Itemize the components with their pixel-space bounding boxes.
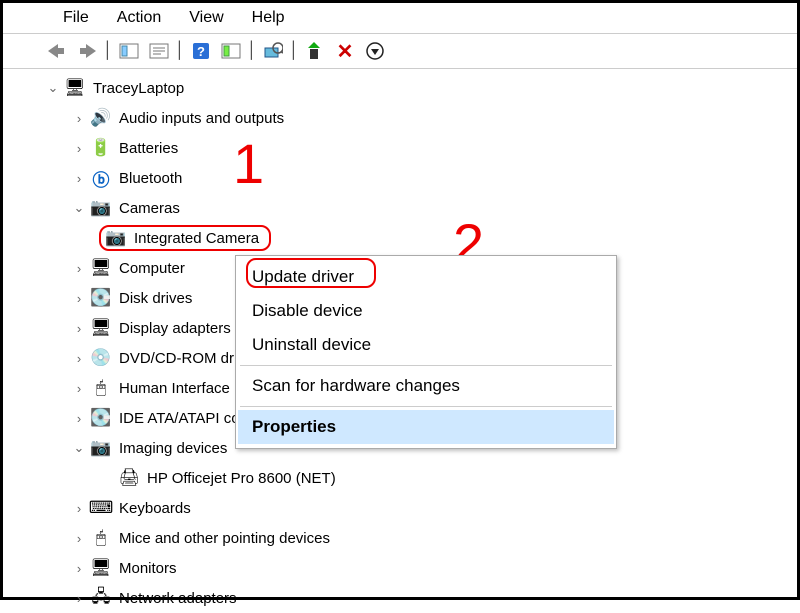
node-label: Imaging devices [117,440,229,457]
toolbar-separator: │ [175,38,185,64]
mouse-icon: 🖱 [89,528,113,548]
twisty-collapsed-icon[interactable]: › [71,110,87,126]
battery-icon: 🔋 [89,138,113,158]
tree-node-batteries[interactable]: › 🔋 Batteries [45,133,789,163]
twisty-collapsed-icon[interactable]: › [71,260,87,276]
root-label: TraceyLaptop [91,80,186,97]
twisty-collapsed-icon[interactable]: › [71,560,87,576]
twisty-collapsed-icon[interactable]: › [71,350,87,366]
tree-node-bluetooth[interactable]: › ⓑ Bluetooth [45,163,789,193]
hid-icon: 🖱 [89,378,113,398]
highlight-outline-1: 📷 Integrated Camera [99,225,271,251]
twisty-collapsed-icon[interactable]: › [71,290,87,306]
twisty-collapsed-icon[interactable]: › [71,500,87,516]
menu-help[interactable]: Help [252,9,285,27]
node-label: Network adapters [117,590,239,607]
computer-icon: 🖥 [89,258,113,278]
twisty-collapsed-icon[interactable]: › [71,170,87,186]
printer-icon: 🖨 [117,468,141,488]
tree-node-cameras[interactable]: ⌄ 📷 Cameras [45,193,789,223]
toolbar-separator: │ [247,38,257,64]
monitor-icon: 🖥 [89,558,113,578]
context-separator [240,406,612,407]
twisty-collapsed-icon[interactable]: › [71,530,87,546]
node-label: Bluetooth [117,170,184,187]
menu-file[interactable]: File [63,9,89,27]
node-label: HP Officejet Pro 8600 (NET) [145,470,338,487]
context-separator [240,365,612,366]
scan-hardware-button[interactable] [259,38,287,64]
tree-node-mice[interactable]: › 🖱 Mice and other pointing devices [45,523,789,553]
computer-icon: 🖥 [63,78,87,98]
forward-button[interactable] [73,38,101,64]
node-label: Batteries [117,140,180,157]
back-button[interactable] [43,38,71,64]
twisty-spacer [99,470,115,486]
twisty-expanded-icon[interactable]: ⌄ [71,440,87,456]
node-label: Mice and other pointing devices [117,530,332,547]
menu-action[interactable]: Action [117,9,161,27]
properties-button[interactable] [145,38,173,64]
uninstall-device-button[interactable]: ✕ [331,38,359,64]
context-uninstall-device[interactable]: Uninstall device [238,328,614,362]
node-label: Audio inputs and outputs [117,110,286,127]
menu-bar: File Action View Help [3,3,797,31]
camera-icon: 📷 [104,228,128,248]
toolbar-separator: │ [103,38,113,64]
network-icon: 🖧 [89,588,113,608]
toolbar-separator: │ [289,38,299,64]
twisty-expanded-icon[interactable]: ⌄ [45,80,61,96]
speaker-icon: 🔊 [89,108,113,128]
tree-node-integrated-camera[interactable]: 📷 Integrated Camera [45,223,789,253]
annotation-1: 1 [233,131,264,196]
tree-node-audio[interactable]: › 🔊 Audio inputs and outputs [45,103,789,133]
ide-icon: 💽 [89,408,113,428]
disk-icon: 💽 [89,288,113,308]
node-label: Keyboards [117,500,193,517]
node-label: Computer [117,260,187,277]
twisty-collapsed-icon[interactable]: › [71,380,87,396]
context-scan-hardware[interactable]: Scan for hardware changes [238,369,614,403]
help-button[interactable]: ? [187,38,215,64]
node-label: Disk drives [117,290,194,307]
tree-node-monitors[interactable]: › 🖥 Monitors [45,553,789,583]
context-update-driver[interactable]: Update driver [238,260,614,294]
tree-node-network[interactable]: › 🖧 Network adapters [45,583,789,613]
node-label: Cameras [117,200,182,217]
toolbar: │ │ ? │ │ ✕ [3,34,797,69]
svg-text:?: ? [197,44,205,59]
tree-node-hp-printer[interactable]: 🖨 HP Officejet Pro 8600 (NET) [45,463,789,493]
keyboard-icon: ⌨ [89,498,113,518]
twisty-collapsed-icon[interactable]: › [71,590,87,606]
tree-root[interactable]: ⌄ 🖥 TraceyLaptop [45,73,789,103]
tree-node-keyboards[interactable]: › ⌨ Keyboards [45,493,789,523]
display-icon: 🖥 [89,318,113,338]
twisty-collapsed-icon[interactable]: › [71,140,87,156]
bluetooth-icon: ⓑ [89,168,113,188]
camera-icon: 📷 [89,438,113,458]
disc-icon: 💿 [89,348,113,368]
disable-device-button[interactable] [361,38,389,64]
update-driver-button[interactable] [301,38,329,64]
twisty-expanded-icon[interactable]: ⌄ [71,200,87,216]
node-label: Integrated Camera [132,230,261,247]
twisty-collapsed-icon[interactable]: › [71,320,87,336]
show-hide-console-button[interactable] [115,38,143,64]
menu-view[interactable]: View [189,9,223,27]
twisty-collapsed-icon[interactable]: › [71,410,87,426]
node-label: Display adapters [117,320,233,337]
context-disable-device[interactable]: Disable device [238,294,614,328]
camera-icon: 📷 [89,198,113,218]
action-button[interactable] [217,38,245,64]
node-label: Monitors [117,560,179,577]
context-menu: Update driver Disable device Uninstall d… [235,255,617,449]
context-properties[interactable]: Properties [238,410,614,444]
